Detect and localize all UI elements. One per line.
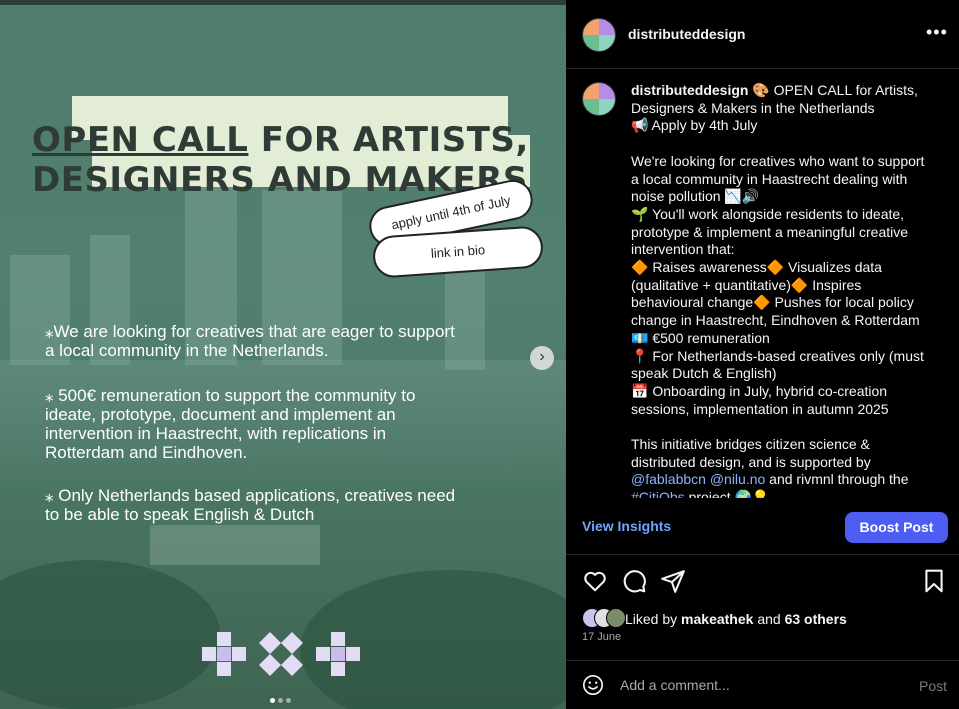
carousel-dot[interactable] — [286, 698, 291, 703]
post-header: distributeddesign ••• — [566, 0, 959, 69]
post-bullet: ⁎ Only Netherlands based applications, c… — [45, 486, 456, 524]
carousel-next-button[interactable]: › — [530, 346, 554, 370]
post-bullet: ⁎We are looking for creatives that are e… — [45, 322, 455, 360]
headline-rest: FOR ARTISTS, — [248, 120, 529, 160]
carousel-dots — [270, 690, 294, 708]
post-image: OPEN CALL FOR ARTISTS, DESIGNERS AND MAKE… — [0, 0, 566, 709]
pattern-logo-icon — [202, 632, 246, 676]
bookmark-icon[interactable] — [921, 568, 947, 594]
post-comment-button[interactable]: Post — [919, 678, 947, 694]
avatar — [606, 608, 626, 628]
divider — [566, 554, 959, 555]
more-options-icon[interactable]: ••• — [926, 22, 948, 43]
carousel-dot[interactable] — [270, 698, 275, 703]
mention-link[interactable]: @nilu.no — [710, 471, 765, 487]
avatar[interactable] — [582, 82, 616, 116]
liked-by-text: Liked by makeathek and 63 others — [625, 611, 847, 627]
carousel-dot[interactable] — [278, 698, 283, 703]
post-sidebar: distributeddesign ••• distributeddesign … — [566, 0, 959, 709]
boost-post-button[interactable]: Boost Post — [845, 512, 948, 543]
action-bar — [582, 568, 947, 594]
caption-line: 📍 For Netherlands-based creatives only (… — [631, 347, 924, 382]
post-date: 17 June — [582, 631, 622, 643]
foreground-building — [150, 525, 320, 565]
comment-icon[interactable] — [621, 568, 647, 594]
comment-bar: Post — [566, 661, 959, 709]
avatar[interactable] — [582, 18, 616, 52]
comment-input[interactable] — [620, 675, 900, 695]
liked-middle: and — [753, 611, 785, 627]
caption-line: 🔶 Raises awareness🔶 Visualizes data (qua… — [631, 259, 920, 329]
caption-line: 📅 Onboarding in July, hybrid co-creation… — [631, 382, 889, 417]
headline-underlined: OPEN CALL — [32, 120, 249, 160]
liked-user[interactable]: makeathek — [681, 611, 753, 627]
caption-line: This initiative bridges citizen science … — [631, 436, 871, 470]
liked-others[interactable]: 63 others — [785, 611, 847, 627]
mention-link[interactable]: @fablabbcn — [631, 471, 706, 487]
trees — [0, 560, 220, 709]
diamond-logo-icon — [259, 632, 303, 676]
header-username[interactable]: distributeddesign — [628, 26, 745, 42]
pattern-logo-icon — [316, 632, 360, 676]
hashtag-link[interactable]: #CitiObs — [631, 489, 685, 498]
caption-line: 🌱 You'll work alongside residents to ide… — [631, 205, 909, 258]
caption-username[interactable]: distributeddesign — [631, 82, 748, 98]
caption-text: distributeddesign 🎨 OPEN CALL for Artist… — [631, 82, 931, 498]
caption-line: project 🌍💡 — [684, 489, 770, 498]
image-top-strip — [0, 0, 566, 5]
heart-icon[interactable] — [582, 568, 608, 594]
post-bullet: ⁎ 500€ remuneration to support the commu… — [45, 386, 416, 462]
caption-line: 💶 €500 remuneration — [631, 329, 770, 346]
view-insights-link[interactable]: View Insights — [582, 518, 671, 534]
caption-line: We're looking for creatives who want to … — [631, 152, 925, 205]
share-icon[interactable] — [660, 568, 686, 594]
caption-line: 📢 Apply by 4th July — [631, 117, 758, 134]
liked-prefix: Liked by — [625, 611, 682, 627]
emoji-icon[interactable] — [582, 674, 604, 696]
caption-line: and rivmnl through the — [765, 471, 909, 488]
caption-area: distributeddesign 🎨 OPEN CALL for Artist… — [566, 68, 959, 498]
